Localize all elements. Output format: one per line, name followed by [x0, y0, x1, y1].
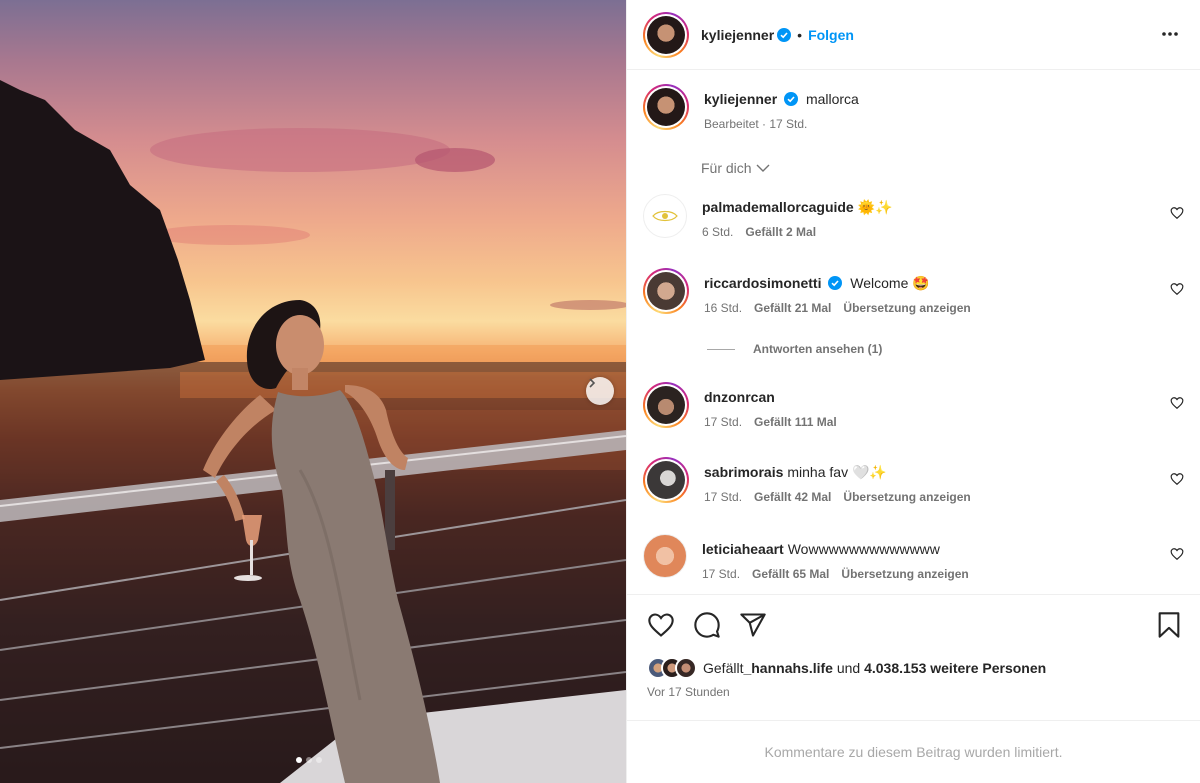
carousel-indicator [296, 757, 322, 763]
comment-item: palmademallorcaguide 🌞✨ 6 Std. Gefällt 2 M… [643, 194, 893, 239]
view-replies-label: Antworten ansehen (1) [753, 342, 883, 356]
caption-username[interactable]: kyliejenner [704, 91, 777, 107]
caption-avatar[interactable] [643, 84, 689, 130]
translate-link[interactable]: Übersetzung anzeigen [841, 567, 968, 581]
commenter-avatar[interactable] [643, 382, 689, 428]
view-replies-button[interactable]: Antworten ansehen (1) [707, 342, 882, 356]
comment-username[interactable]: riccardosimonetti [704, 275, 821, 291]
comment-text: Welcome 🤩 [850, 275, 930, 291]
post-actions: Gefällt _hannahs.life und 4.038.153 weit… [627, 594, 1200, 720]
comment-time[interactable]: 17 Std. [704, 415, 742, 429]
post-caption: kyliejenner mallorca Bearbeitet · 17 Std… [643, 84, 859, 131]
comment-like-icon[interactable] [1170, 396, 1184, 410]
verified-badge-icon [828, 276, 843, 290]
commenter-avatar[interactable] [643, 534, 687, 578]
comment-item: dnzonrcan 17 Std. Gefällt 111 Mal [643, 382, 837, 429]
comment-likes[interactable]: Gefällt 42 Mal [754, 490, 831, 504]
post-sidebar: kyliejenner • Folgen kyliejenner mallorc… [626, 0, 1200, 783]
comment-like-icon[interactable] [1170, 206, 1184, 220]
comment-item: sabrimorais minha fav 🤍✨ 17 Std. Gefällt 4… [643, 457, 971, 504]
comment-time[interactable]: 17 Std. [704, 490, 742, 504]
commenter-avatar[interactable] [643, 268, 689, 314]
comment-text: Wowwwwwwwwwwwww [787, 541, 940, 557]
likes-prefix: Gefällt [703, 660, 744, 676]
comment-filter-dropdown[interactable]: Für dich [701, 160, 770, 176]
comment-likes[interactable]: Gefällt 65 Mal [752, 567, 829, 581]
replies-divider [707, 348, 735, 350]
comment-username[interactable]: dnzonrcan [704, 389, 775, 405]
comment-like-icon[interactable] [1170, 472, 1184, 486]
carousel-dot [306, 757, 312, 763]
comment-text: minha fav 🤍✨ [787, 464, 887, 480]
comment-like-icon[interactable] [1170, 547, 1184, 561]
comment-likes[interactable]: Gefällt 111 Mal [754, 415, 837, 429]
comments-limited-notice: Kommentare zu diesem Beitrag wurden limi… [627, 720, 1200, 783]
eye-logo-icon [652, 210, 678, 222]
commenter-avatar[interactable] [643, 194, 687, 238]
caption-edited-meta: Bearbeitet · 17 Std. [704, 117, 808, 131]
likes-middle: und [832, 660, 865, 676]
carousel-dot [296, 757, 302, 763]
comment-item: leticiaheaart Wowwwwwwwwwwwww 17 Std. Gefä… [643, 534, 969, 581]
translate-link[interactable]: Übersetzung anzeigen [843, 490, 970, 504]
translate-link[interactable]: Übersetzung anzeigen [843, 301, 970, 315]
author-avatar[interactable] [643, 11, 689, 58]
follow-button[interactable]: Folgen [808, 27, 854, 43]
like-heart-icon[interactable] [647, 611, 675, 639]
post-timestamp[interactable]: Vor 17 Stunden [647, 685, 730, 699]
comment-time[interactable]: 17 Std. [702, 567, 740, 581]
comment-time[interactable]: 16 Std. [704, 301, 742, 315]
comment-username[interactable]: sabrimorais [704, 464, 783, 480]
verified-badge-icon [784, 92, 799, 106]
share-send-icon[interactable] [739, 611, 767, 639]
comment-likes[interactable]: Gefällt 21 Mal [754, 301, 831, 315]
comment-username[interactable]: leticiaheaart [702, 541, 784, 557]
liker-avatars[interactable] [647, 657, 697, 679]
comment-likes[interactable]: Gefällt 2 Mal [745, 225, 816, 239]
chevron-down-icon [756, 164, 770, 172]
comment-time[interactable]: 6 Std. [702, 225, 733, 239]
save-bookmark-icon[interactable] [1155, 611, 1183, 639]
separator-dot: • [797, 26, 803, 43]
comment-filter-label: Für dich [701, 160, 752, 176]
liker-username[interactable]: _hannahs.life [743, 660, 832, 676]
comment-text: 🌞✨ [857, 199, 893, 215]
caption-text: mallorca [805, 91, 859, 107]
verified-badge-icon [777, 27, 792, 42]
carousel-next-button[interactable] [586, 377, 614, 405]
comment-like-icon[interactable] [1170, 282, 1184, 296]
post-header: kyliejenner • Folgen [627, 0, 1200, 70]
carousel-dot [316, 757, 322, 763]
post-photo [0, 0, 626, 783]
likes-count[interactable]: 4.038.153 weitere Personen [864, 660, 1046, 676]
author-username[interactable]: kyliejenner [701, 27, 774, 43]
comment-bubble-icon[interactable] [693, 611, 721, 639]
likes-summary: Gefällt _hannahs.life und 4.038.153 weit… [647, 657, 1046, 679]
chevron-right-icon [589, 378, 596, 388]
comment-username[interactable]: palmademallorcaguide [702, 199, 854, 215]
sunset-scene [0, 80, 626, 783]
comment-item: riccardosimonetti Welcome 🤩 16 Std. Gefäl… [643, 268, 971, 315]
more-options-icon[interactable] [1160, 24, 1180, 44]
commenter-avatar[interactable] [643, 457, 689, 503]
